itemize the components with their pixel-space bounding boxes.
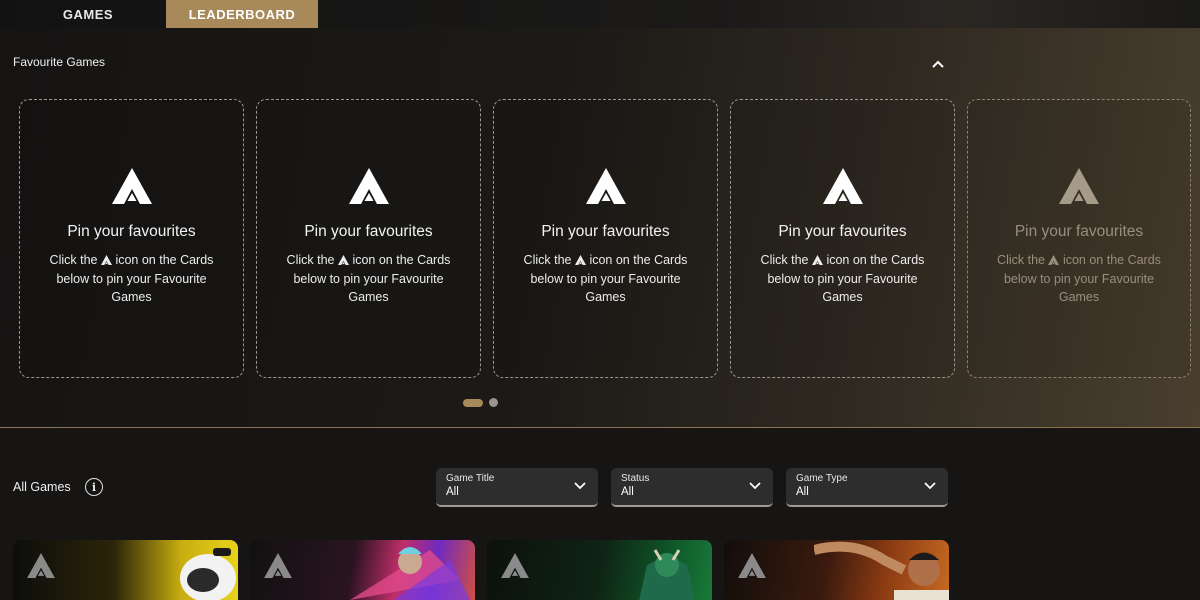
favourite-card-3: Pin your favourites Click the icon on th…	[493, 99, 718, 378]
card-title: Pin your favourites	[541, 223, 670, 240]
game-art-image	[180, 548, 236, 600]
pagination-dot[interactable]	[489, 398, 498, 407]
filter-game-type[interactable]: Game Type All	[786, 468, 948, 507]
pin-inline-icon	[100, 255, 112, 265]
pin-logo-icon	[1059, 168, 1099, 204]
game-card-1[interactable]	[13, 540, 238, 600]
card-description: Click the icon on the Cards below to pin…	[49, 253, 214, 304]
filter-label: Status	[621, 473, 650, 484]
pin-logo-icon[interactable]	[27, 553, 55, 578]
game-art-image	[814, 541, 949, 600]
game-card-4[interactable]	[724, 540, 949, 600]
card-description: Click the icon on the Cards below to pin…	[997, 253, 1161, 304]
chevron-down-icon	[574, 482, 586, 490]
card-description: Click the icon on the Cards below to pin…	[286, 253, 451, 304]
top-nav-bar: GAMES LEADERBOARD	[0, 0, 1200, 28]
pin-inline-icon	[337, 255, 349, 265]
chevron-down-icon	[749, 482, 761, 490]
card-title: Pin your favourites	[304, 223, 433, 240]
pin-logo-icon	[111, 168, 152, 204]
pin-logo-icon[interactable]	[501, 553, 529, 578]
pin-inline-icon	[574, 255, 586, 265]
card-description: Click the icon on the Cards below to pin…	[760, 253, 925, 304]
filter-value: All	[446, 486, 459, 498]
all-games-title: All Games	[13, 480, 71, 494]
favourite-games-title: Favourite Games	[13, 55, 106, 69]
tab-leaderboard[interactable]: LEADERBOARD	[166, 0, 318, 28]
card-title: Pin your favourites	[778, 223, 907, 240]
chevron-up-icon	[932, 60, 944, 68]
carousel-pagination	[463, 398, 498, 407]
chevron-down-icon	[924, 482, 936, 490]
pin-inline-icon	[811, 255, 823, 265]
filter-label: Game Type	[796, 473, 848, 484]
game-card-2[interactable]	[250, 540, 475, 600]
favourite-games-section: Favourite Games Pin your favourites Clic…	[0, 28, 1200, 428]
filter-value: All	[796, 486, 809, 498]
filter-status[interactable]: Status All	[611, 468, 773, 507]
pagination-dot-active[interactable]	[463, 398, 483, 407]
filter-value: All	[621, 486, 634, 498]
pin-logo-icon[interactable]	[738, 553, 766, 578]
pin-logo-icon[interactable]	[264, 553, 292, 578]
favourite-card-4: Pin your favourites Click the icon on th…	[730, 99, 955, 378]
info-icon[interactable]: i	[85, 478, 103, 496]
favourite-card-2: Pin your favourites Click the icon on th…	[256, 99, 481, 378]
card-title: Pin your favourites	[67, 223, 196, 240]
card-title: Pin your favourites	[1014, 223, 1144, 240]
collapse-button[interactable]	[928, 54, 948, 74]
game-art-image	[639, 549, 695, 600]
favourite-card-1: Pin your favourites Click the icon on th…	[19, 99, 244, 378]
pin-logo-icon	[585, 168, 626, 204]
card-description: Click the icon on the Cards below to pin…	[523, 253, 688, 304]
pin-logo-icon	[348, 168, 389, 204]
pin-logo-icon	[822, 168, 863, 204]
tab-games[interactable]: GAMES	[18, 0, 158, 28]
game-card-3[interactable]	[487, 540, 712, 600]
filter-label: Game Title	[446, 473, 495, 484]
favourite-card-5: Pin your favourites Click the icon on th…	[967, 99, 1191, 378]
game-art-image	[350, 547, 470, 600]
pin-inline-icon	[1048, 255, 1060, 265]
filter-game-title[interactable]: Game Title All	[436, 468, 598, 507]
